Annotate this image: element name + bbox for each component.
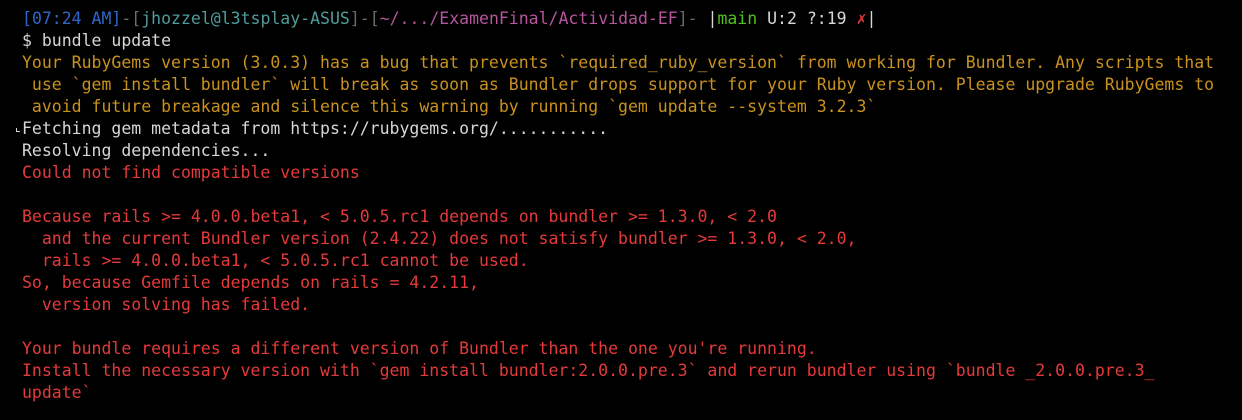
terminal-window[interactable]: [07:24 AM]-[jhozzel@l3tsplay-ASUS]-[~/..… (0, 0, 1242, 420)
error-line (22, 184, 1242, 206)
git-branch: main (717, 9, 758, 28)
output-line: Resolving dependencies... (22, 141, 271, 160)
error-line: So, because Gemfile depends on rails = 4… (22, 273, 479, 292)
error-line: update` (22, 383, 92, 402)
prompt-cwd: ~/.../ExamenFinal/Actividad-EF (379, 9, 678, 28)
prompt-separator: ]-[ (349, 9, 380, 28)
output-line: Fetching gem metadata from https://rubyg… (22, 119, 609, 138)
prompt-bracket: [ (22, 9, 32, 28)
error-line: version solving has failed. (22, 295, 311, 314)
error-line: Could not find compatible versions (22, 163, 360, 182)
warning-line: avoid future breakage and silence this w… (22, 97, 877, 116)
prompt-separator: -[ (121, 9, 142, 28)
warning-line: Your RubyGems version (3.0.3) has a bug … (22, 53, 1215, 72)
warning-line: use `gem install bundler` will break as … (22, 75, 1215, 94)
git-status: U:2 ?:19 (757, 9, 857, 28)
error-line: rails >= 4.0.0.beta1, < 5.0.5.rc1 cannot… (22, 251, 529, 270)
prompt-separator: ]- (677, 9, 698, 28)
prompt-bracket: ] (111, 9, 122, 28)
git-close: | (866, 9, 877, 28)
error-line: Your bundle requires a different version… (22, 339, 817, 358)
line-wrap-marker-icon (16, 128, 20, 132)
error-line: Because rails >= 4.0.0.beta1, < 5.0.5.rc… (22, 207, 777, 226)
git-dirty-icon: ✗ (856, 9, 867, 28)
git-open: | (697, 9, 718, 28)
command-line: $ bundle update (22, 31, 172, 50)
shell-prompt: [07:24 AM]-[jhozzel@l3tsplay-ASUS]-[~/..… (22, 8, 1242, 30)
error-line: and the current Bundler version (2.4.22)… (22, 229, 857, 248)
prompt-user-host: jhozzel@l3tsplay-ASUS (141, 9, 350, 28)
error-line (22, 316, 1242, 338)
prompt-time: 07:24 AM (31, 9, 112, 28)
error-line: Install the necessary version with `gem … (22, 361, 1155, 380)
